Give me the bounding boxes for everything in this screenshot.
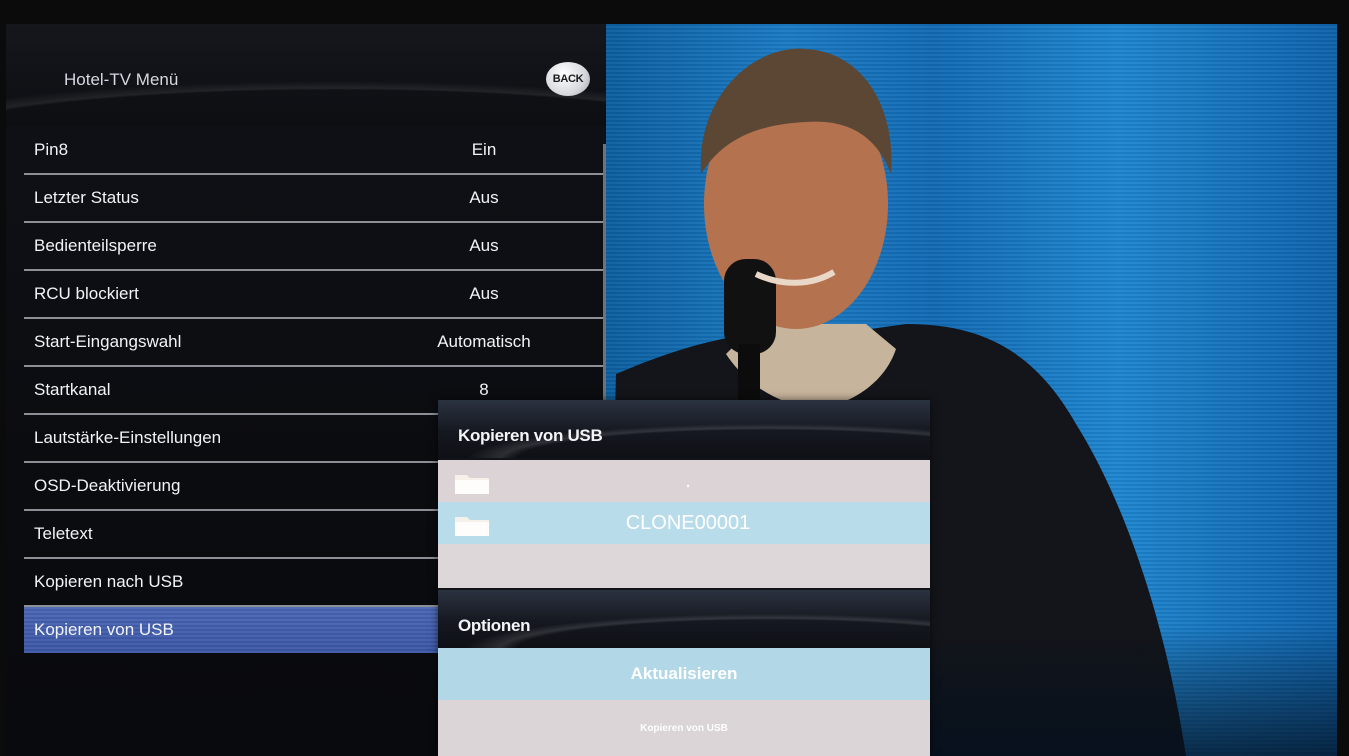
menu-item-label: Kopieren von USB — [34, 620, 174, 639]
menu-item-pin8[interactable]: Pin8 Ein — [24, 127, 606, 175]
folder-icon — [455, 475, 489, 494]
menu-item-label: OSD-Deaktivierung — [34, 476, 181, 495]
menu-item-value: 8 — [479, 380, 489, 399]
copy-from-usb-button[interactable]: Kopieren von USB — [438, 700, 930, 756]
menu-item-label: Bedienteilsperre — [34, 236, 157, 255]
menu-header: Hotel-TV Menü BACK — [6, 24, 606, 126]
back-button[interactable]: BACK — [546, 62, 590, 96]
file-list: . CLONE00001 — [438, 460, 930, 588]
menu-title: Hotel-TV Menü — [64, 70, 179, 89]
folder-icon — [455, 517, 489, 536]
copy-from-usb-dialog: Kopieren von USB . CLONE00001 Optionen A… — [438, 400, 930, 756]
menu-item-label: Start-Eingangswahl — [34, 332, 182, 351]
menu-scrollbar[interactable] — [603, 144, 606, 434]
file-row-empty — [438, 544, 930, 588]
tv-screen: Hotel-TV Menü BACK Pin8 Ein Letzter Stat… — [6, 24, 1337, 756]
menu-item-label: Kopieren nach USB — [34, 572, 184, 591]
file-name: . — [685, 470, 691, 492]
menu-item-letzter-status[interactable]: Letzter Status Aus — [24, 175, 606, 223]
options-list: Aktualisieren Kopieren von USB — [438, 648, 930, 756]
menu-item-value: Aus — [469, 236, 499, 255]
menu-item-value: Automatisch — [437, 332, 531, 351]
menu-item-value: Ein — [471, 140, 497, 159]
file-row-clone00001[interactable]: CLONE00001 — [438, 502, 930, 544]
file-row-parent[interactable]: . — [438, 460, 930, 502]
menu-item-rcu-blockiert[interactable]: RCU blockiert Aus — [24, 271, 606, 319]
options-title: Optionen — [458, 616, 531, 635]
dialog-title: Kopieren von USB — [458, 426, 603, 445]
file-name: CLONE00001 — [625, 512, 751, 534]
options-header: Optionen — [438, 590, 930, 648]
menu-item-label: RCU blockiert — [34, 284, 139, 303]
menu-item-bedienteilsperre[interactable]: Bedienteilsperre Aus — [24, 223, 606, 271]
menu-item-label: Teletext — [34, 524, 93, 543]
dialog-header: Kopieren von USB — [438, 400, 930, 458]
menu-item-value: Aus — [469, 188, 499, 207]
refresh-button[interactable]: Aktualisieren — [438, 648, 930, 700]
menu-item-label: Startkanal — [34, 380, 111, 399]
menu-item-label: Lautstärke-Einstellungen — [34, 428, 222, 447]
menu-item-value: Aus — [469, 284, 499, 303]
menu-item-label: Pin8 — [34, 140, 69, 159]
menu-item-start-eingangswahl[interactable]: Start-Eingangswahl Automatisch — [24, 319, 606, 367]
menu-item-label: Letzter Status — [34, 188, 139, 207]
